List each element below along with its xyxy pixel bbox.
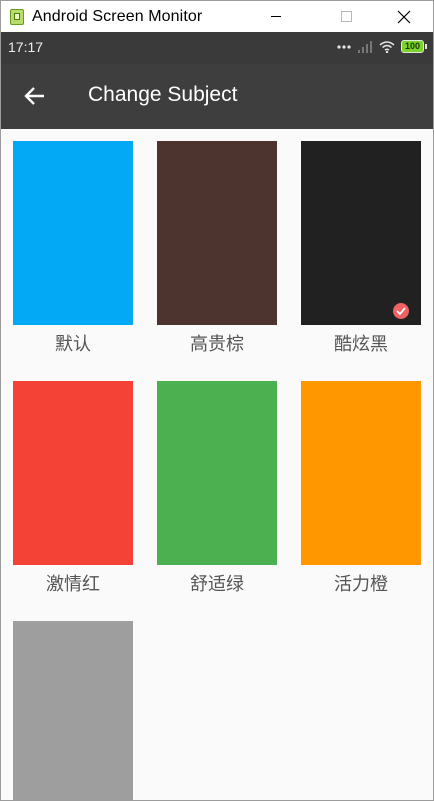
theme-label: 激情红 bbox=[46, 574, 100, 595]
theme-item-red[interactable]: 激情红 bbox=[13, 381, 133, 597]
theme-label: 高贵棕 bbox=[190, 334, 244, 355]
theme-grid: 默认 高贵棕 酷炫黑 激情红 舒适绿 活力橙 bbox=[1, 129, 433, 800]
close-icon bbox=[397, 10, 411, 23]
theme-swatch[interactable] bbox=[13, 381, 133, 565]
window-titlebar[interactable]: Android Screen Monitor bbox=[1, 1, 433, 32]
battery-level: 100 bbox=[400, 40, 424, 53]
wifi-icon bbox=[379, 40, 395, 53]
theme-label: 默认 bbox=[55, 334, 91, 355]
app-icon bbox=[10, 8, 24, 25]
theme-label: 酷炫黑 bbox=[334, 334, 388, 355]
theme-item-grey[interactable] bbox=[13, 621, 133, 800]
theme-swatch[interactable] bbox=[157, 141, 277, 325]
page-title: Change Subject bbox=[88, 83, 238, 106]
theme-label: 舒适绿 bbox=[190, 574, 244, 595]
app-toolbar: Change Subject bbox=[1, 64, 433, 129]
theme-item-default[interactable]: 默认 bbox=[13, 141, 133, 357]
battery-icon: 100 bbox=[400, 40, 427, 53]
status-bar: 17:17 100 bbox=[1, 32, 433, 64]
minimize-button[interactable] bbox=[253, 1, 299, 32]
status-time: 17:17 bbox=[8, 39, 44, 55]
selected-check-icon bbox=[393, 303, 409, 319]
signal-icon bbox=[357, 40, 372, 53]
arrow-left-icon bbox=[24, 87, 44, 105]
theme-label: 活力橙 bbox=[334, 574, 388, 595]
theme-swatch[interactable] bbox=[301, 381, 421, 565]
maximize-button[interactable] bbox=[323, 1, 369, 32]
theme-swatch[interactable] bbox=[13, 621, 133, 800]
theme-item-black[interactable]: 酷炫黑 bbox=[301, 141, 421, 357]
back-button[interactable] bbox=[15, 76, 55, 116]
theme-item-orange[interactable]: 活力橙 bbox=[301, 381, 421, 597]
theme-swatch[interactable] bbox=[157, 381, 277, 565]
window-title: Android Screen Monitor bbox=[32, 7, 203, 25]
theme-item-green[interactable]: 舒适绿 bbox=[157, 381, 277, 597]
theme-swatch[interactable] bbox=[13, 141, 133, 325]
more-notifications-icon bbox=[337, 44, 351, 49]
maximize-icon bbox=[340, 11, 352, 22]
emulator-window: Android Screen Monitor 17:17 100 Change … bbox=[0, 0, 434, 801]
theme-item-brown[interactable]: 高贵棕 bbox=[157, 141, 277, 357]
minimize-icon bbox=[271, 16, 281, 17]
theme-swatch[interactable] bbox=[301, 141, 421, 325]
close-button[interactable] bbox=[381, 1, 427, 32]
status-icons: 100 bbox=[337, 40, 427, 53]
